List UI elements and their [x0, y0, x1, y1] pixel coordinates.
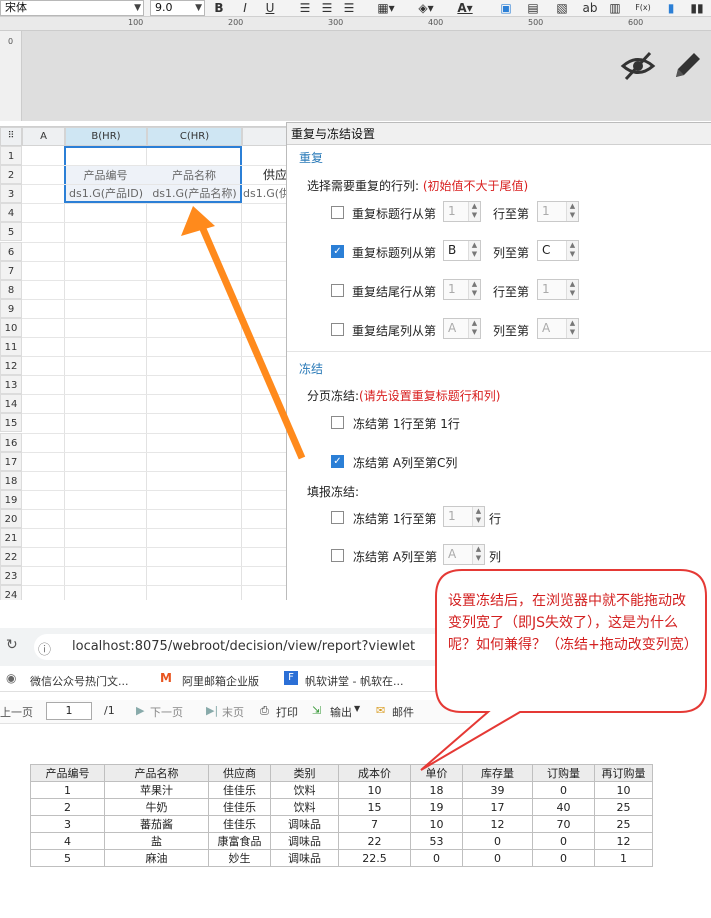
arrow-head-icon	[181, 206, 215, 236]
callout-text: 设置冻结后，在浏览器中就不能拖动改变列宽了（即JS失效了），这是为什么呢？如何兼…	[448, 593, 698, 653]
annotation-overlay	[181, 206, 707, 771]
arrow-shaft	[196, 220, 306, 460]
